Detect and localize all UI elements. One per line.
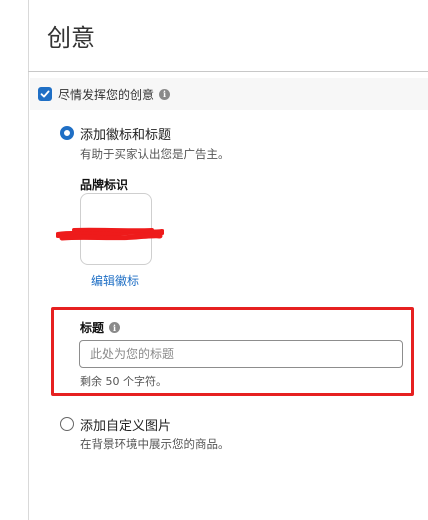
redaction-mark xyxy=(56,227,164,241)
creative-checkbox[interactable] xyxy=(38,87,52,101)
headline-label: 标题 xyxy=(80,321,105,335)
checkmark-icon xyxy=(40,90,50,98)
headline-label-row: 标题 i xyxy=(80,319,121,336)
info-icon[interactable]: i xyxy=(159,88,171,100)
custom-image-radio[interactable] xyxy=(60,417,74,431)
page-title: 创意 xyxy=(47,24,95,52)
logo-headline-option-label[interactable]: 添加徽标和标题 xyxy=(80,124,171,143)
headline-input[interactable] xyxy=(79,340,403,368)
info-icon[interactable]: i xyxy=(109,322,121,333)
custom-image-option-label[interactable]: 添加自定义图片 xyxy=(80,415,171,434)
creative-page: 创意 尽情发挥您的创意 i 添加徽标和标题 有助于买家认出您是广告主。 品牌标识… xyxy=(0,0,428,520)
title-divider xyxy=(28,71,428,72)
edit-logo-link[interactable]: 编辑徽标 xyxy=(91,272,139,289)
logo-headline-radio[interactable] xyxy=(60,126,74,140)
headline-char-counter: 剩余 50 个字符。 xyxy=(80,375,167,388)
creative-toggle-label: 尽情发挥您的创意 xyxy=(58,87,155,102)
left-divider xyxy=(28,0,29,520)
logo-headline-option-help: 有助于买家认出您是广告主。 xyxy=(80,147,230,161)
creative-toggle[interactable]: 尽情发挥您的创意 i xyxy=(38,86,171,102)
brand-logo-label: 品牌标识 xyxy=(80,178,129,192)
custom-image-option-help: 在背景环境中展示您的商品。 xyxy=(80,437,230,451)
